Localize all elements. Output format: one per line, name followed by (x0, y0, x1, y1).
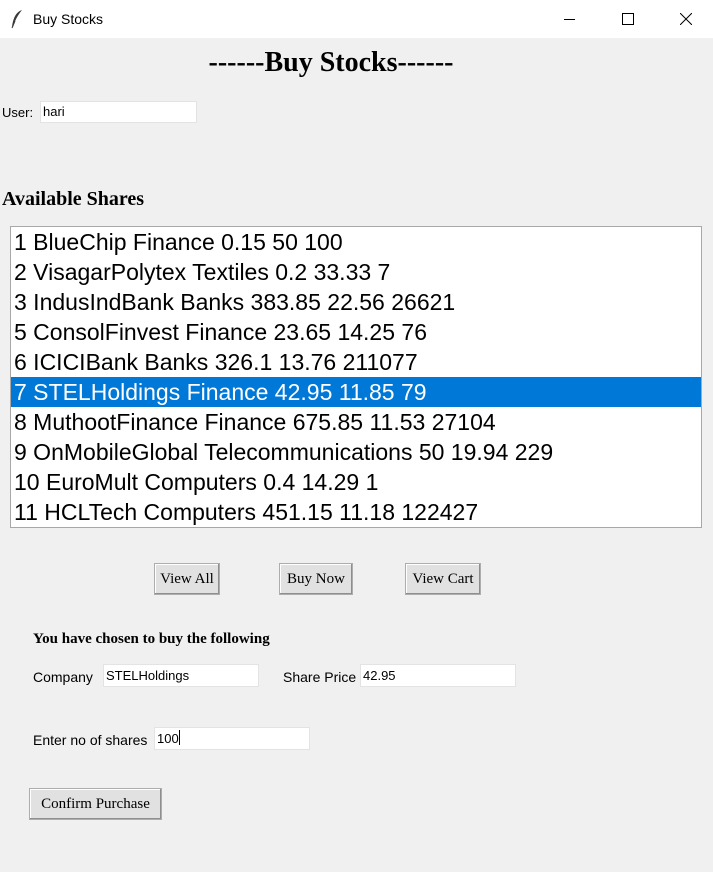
title-bar: Buy Stocks (0, 0, 713, 38)
maximize-button[interactable] (599, 0, 657, 38)
share-price-field[interactable]: 42.95 (360, 664, 516, 687)
company-label: Company (33, 669, 93, 685)
share-list-item[interactable]: 3 IndusIndBank Banks 383.85 22.56 26621 (11, 287, 701, 317)
company-field[interactable]: STELHoldings (103, 664, 259, 687)
share-list-item[interactable]: 10 EuroMult Computers 0.4 14.29 1 (11, 467, 701, 497)
shares-quantity-value: 100 (157, 731, 179, 746)
close-icon (680, 13, 692, 25)
text-cursor (178, 730, 180, 745)
minimize-icon (564, 19, 575, 20)
share-list-item[interactable]: 9 OnMobileGlobal Telecommunications 50 1… (11, 437, 701, 467)
confirm-purchase-button[interactable]: Confirm Purchase (29, 788, 162, 820)
feather-icon (11, 10, 22, 29)
shares-quantity-label: Enter no of shares (33, 732, 148, 748)
share-list-item[interactable]: 6 ICICIBank Banks 326.1 13.76 211077 (11, 347, 701, 377)
shares-listbox[interactable]: 1 BlueChip Finance 0.15 50 100 2 VisagarP… (10, 226, 702, 528)
available-shares-title: Available Shares (2, 188, 145, 210)
share-list-item[interactable]: 8 MuthootFinance Finance 675.85 11.53 27… (11, 407, 701, 437)
share-list-item[interactable]: 5 ConsolFinvest Finance 23.65 14.25 76 (11, 317, 701, 347)
view-cart-button[interactable]: View Cart (405, 563, 481, 595)
close-button[interactable] (657, 0, 713, 38)
user-label: User: (2, 105, 34, 120)
purchase-summary-title: You have chosen to buy the following (33, 631, 270, 647)
minimize-button[interactable] (541, 0, 599, 38)
share-list-item[interactable]: 1 BlueChip Finance 0.15 50 100 (11, 227, 701, 257)
share-list-item[interactable]: 7 STELHoldings Finance 42.95 11.85 79 (11, 377, 701, 407)
share-list-item[interactable]: 2 VisagarPolytex Textiles 0.2 33.33 7 (11, 257, 701, 287)
user-input[interactable]: hari (40, 101, 197, 123)
window-title: Buy Stocks (33, 11, 104, 27)
page-heading: ------Buy Stocks------ (208, 47, 454, 78)
share-list-item[interactable]: 11 HCLTech Computers 451.15 11.18 122427 (11, 497, 701, 527)
share-price-label: Share Price (283, 669, 357, 685)
buy-now-button[interactable]: Buy Now (279, 563, 353, 595)
view-all-button[interactable]: View All (154, 563, 220, 595)
shares-quantity-input[interactable]: 100 (154, 727, 310, 750)
maximize-icon (622, 13, 634, 25)
